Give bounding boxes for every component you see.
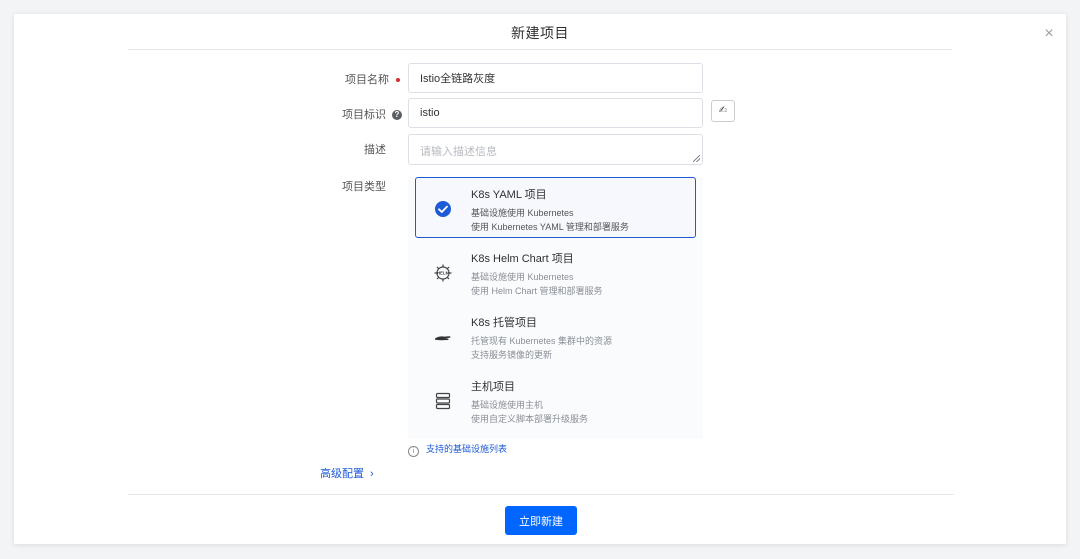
description-placeholder: 请输入描述信息 bbox=[420, 146, 497, 158]
project-name-label-text: 项目名称 bbox=[345, 74, 389, 86]
project-type-helm[interactable]: HELM K8s Helm Chart 项目 基础设施使用 Kubernetes… bbox=[415, 241, 696, 302]
infra-list-link[interactable]: i 支持的基础设施列表 bbox=[408, 442, 507, 457]
help-icon[interactable]: ? bbox=[392, 110, 402, 121]
new-project-dialog: 新建项目 × 项目名称 Istio全链路灰度 项目标识? istio ✍ 描述 … bbox=[14, 14, 1066, 544]
project-type-desc: 基础设施使用 Kubernetes bbox=[471, 208, 574, 218]
project-name-input[interactable]: Istio全链路灰度 bbox=[408, 63, 703, 93]
project-key-label-text: 项目标识 bbox=[342, 109, 386, 121]
project-type-yaml[interactable]: K8s YAML 项目 基础设施使用 Kubernetes 使用 Kuberne… bbox=[415, 177, 696, 238]
create-now-button[interactable]: 立即新建 bbox=[505, 506, 577, 535]
project-type-host[interactable]: 主机项目 基础设施使用主机 使用自定义脚本部署升级服务 bbox=[415, 369, 696, 430]
project-type-desc: 托管现有 Kubernetes 集群中的资源 bbox=[471, 336, 613, 346]
project-name-label: 项目名称 bbox=[280, 71, 400, 87]
header-divider bbox=[128, 49, 952, 50]
project-type-title: K8s 托管项目 bbox=[471, 317, 538, 329]
project-type-desc: 基础设施使用 Kubernetes bbox=[471, 272, 574, 282]
project-name-value: Istio全链路灰度 bbox=[420, 73, 496, 85]
required-dot-icon bbox=[396, 78, 400, 83]
pen-icon: ✍ bbox=[718, 105, 728, 116]
project-type-desc: 基础设施使用主机 bbox=[471, 400, 544, 410]
info-icon: i bbox=[408, 446, 419, 457]
project-type-title: 主机项目 bbox=[471, 381, 515, 393]
infra-list-link-text: 支持的基础设施列表 bbox=[426, 444, 508, 454]
chevron-right-icon: › bbox=[370, 468, 374, 480]
project-key-label: 项目标识? bbox=[282, 106, 402, 122]
project-key-value: istio bbox=[420, 107, 440, 119]
check-circle-icon bbox=[435, 201, 451, 217]
server-icon bbox=[435, 392, 451, 410]
project-key-input[interactable]: istio bbox=[408, 98, 703, 128]
project-type-label: 项目类型 bbox=[342, 181, 386, 193]
project-type-hosted[interactable]: K8s 托管项目 托管现有 Kubernetes 集群中的资源 支持服务镜像的更… bbox=[415, 305, 696, 366]
project-type-desc: 使用自定义脚本部署升级服务 bbox=[471, 414, 589, 424]
project-type-title: K8s Helm Chart 项目 bbox=[471, 253, 574, 265]
project-type-desc: 使用 Helm Chart 管理和部署服务 bbox=[471, 286, 603, 296]
description-textarea[interactable]: 请输入描述信息 bbox=[408, 134, 703, 165]
advanced-config-toggle[interactable]: 高级配置 › bbox=[320, 465, 374, 481]
hand-icon bbox=[435, 336, 451, 341]
dialog-title: 新建项目 bbox=[511, 25, 569, 41]
project-type-list: K8s YAML 项目 基础设施使用 Kubernetes 使用 Kuberne… bbox=[408, 177, 703, 439]
project-type-desc: 使用 Kubernetes YAML 管理和部署服务 bbox=[471, 222, 629, 232]
project-type-desc: 支持服务镜像的更新 bbox=[471, 350, 553, 360]
svg-text:HELM: HELM bbox=[437, 271, 449, 276]
resize-grip-icon[interactable] bbox=[693, 155, 700, 162]
close-icon[interactable]: × bbox=[1041, 26, 1057, 42]
helm-icon: HELM bbox=[434, 264, 452, 282]
description-label: 描述 bbox=[364, 144, 386, 156]
advanced-config-label: 高级配置 bbox=[320, 468, 364, 480]
footer-divider bbox=[128, 494, 954, 495]
project-type-title: K8s YAML 项目 bbox=[471, 189, 547, 201]
edit-key-button[interactable]: ✍ bbox=[711, 100, 735, 122]
